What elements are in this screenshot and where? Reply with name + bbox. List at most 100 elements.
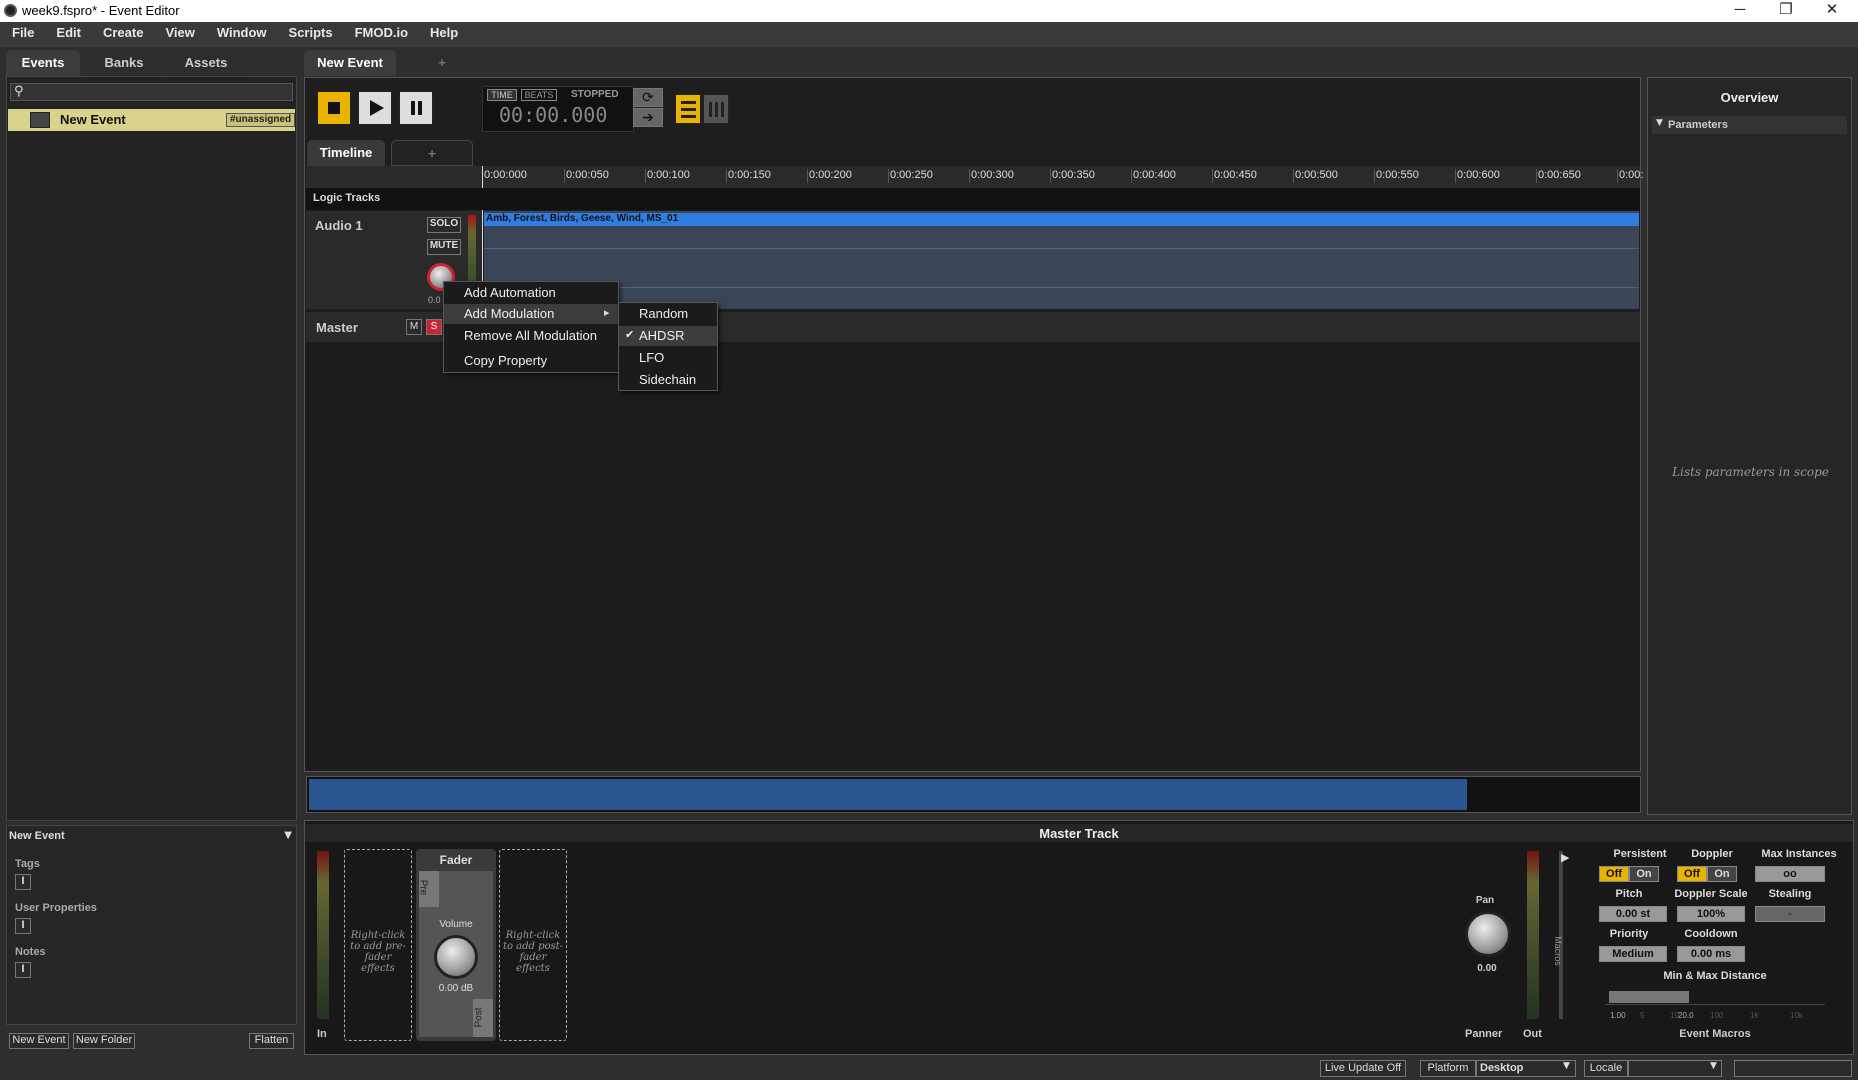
locale-dropdown[interactable] <box>1628 1060 1722 1077</box>
new-event-button[interactable]: New Event <box>9 1033 69 1049</box>
restore-button[interactable]: ❐ <box>1763 0 1809 22</box>
add-parameter-tab-button[interactable]: + <box>391 140 473 166</box>
tab-banks[interactable]: Banks <box>86 50 162 76</box>
add-user-property-icon[interactable]: I <box>15 918 31 934</box>
macros-label: Macros <box>1552 936 1563 966</box>
copy-property-item[interactable]: Copy Property <box>444 351 618 371</box>
pause-icon <box>411 101 415 115</box>
priority-label: Priority <box>1609 928 1649 940</box>
menu-create[interactable]: Create <box>91 22 153 40</box>
event-macros-label: Event Macros <box>1679 1028 1751 1040</box>
flatten-button[interactable]: Flatten <box>249 1033 294 1049</box>
loop-icon[interactable]: ⟳ <box>633 88 663 107</box>
min-max-distance-label: Min & Max Distance <box>1663 970 1767 982</box>
live-update-button[interactable]: Live Update Off <box>1320 1060 1406 1077</box>
stealing-label: Stealing <box>1768 888 1812 900</box>
fader-title: Fader <box>439 853 473 867</box>
menu-fmodio[interactable]: FMOD.io <box>343 22 418 40</box>
post-fader-slot[interactable]: Right-click to add post-fader effects <box>499 849 567 1041</box>
add-automation-item[interactable]: Add Automation <box>444 283 618 303</box>
audio-clip[interactable]: Amb, Forest, Birds, Geese, Wind, MS_01 <box>484 213 1639 226</box>
add-tag-icon[interactable]: I <box>15 874 31 890</box>
pan-knob[interactable] <box>1465 911 1511 957</box>
menu-edit[interactable]: Edit <box>44 22 91 40</box>
pause-button[interactable] <box>399 91 433 125</box>
macros-divider <box>1559 851 1563 1019</box>
max-instances-field[interactable]: oo <box>1755 866 1825 882</box>
time-mode-button[interactable]: TIME <box>487 89 517 101</box>
pre-fader-slot[interactable]: Right-click to add pre-fader effects <box>344 849 412 1041</box>
master-mute-button[interactable]: M <box>406 319 422 335</box>
browser-tabs: Events Banks Assets <box>6 50 296 78</box>
beats-mode-button[interactable]: BEATS <box>521 89 557 101</box>
cooldown-field[interactable]: 0.00 ms <box>1677 946 1745 962</box>
parameters-section[interactable]: ▼ Parameters <box>1652 116 1847 134</box>
pan-value: 0.00 <box>1477 963 1497 974</box>
pan-label: Pan <box>1475 895 1495 906</box>
menu-file[interactable]: File <box>0 22 44 40</box>
menu-help[interactable]: Help <box>418 22 468 40</box>
post-fader-hint: Right-click to add post-fader effects <box>502 930 564 974</box>
deck-title: Master Track <box>1039 826 1119 841</box>
tab-events[interactable]: Events <box>6 50 80 76</box>
stealing-dropdown[interactable]: - <box>1755 906 1825 922</box>
menu-scripts[interactable]: Scripts <box>277 22 343 40</box>
doppler-scale-field[interactable]: 100% <box>1677 906 1745 922</box>
persistent-off-button[interactable]: Off <box>1599 866 1629 882</box>
follow-icon[interactable]: ➔ <box>633 108 663 127</box>
event-browser: ⚲ New Event #unassigned <box>6 76 297 821</box>
priority-field[interactable]: Medium <box>1599 946 1667 962</box>
random-item[interactable]: Random <box>619 304 717 324</box>
menu-view[interactable]: View <box>153 22 204 40</box>
doppler-on-button[interactable]: On <box>1707 866 1737 882</box>
doppler-off-button[interactable]: Off <box>1677 866 1707 882</box>
mute-button[interactable]: MUTE <box>427 239 461 255</box>
context-menu: Add Automation Add Modulation ▸ Remove A… <box>443 281 619 373</box>
post-label: Post <box>473 1007 485 1028</box>
window-title: week9.fspro* - Event Editor <box>22 3 180 18</box>
menu-window[interactable]: Window <box>205 22 277 40</box>
modulation-submenu: Random AHDSR ✔ LFO Sidechain <box>618 302 718 391</box>
input-meter <box>317 851 329 1019</box>
ruler-label: 0:00:250 <box>890 169 933 181</box>
tab-new-event[interactable]: New Event <box>304 50 396 76</box>
ruler-label: 0:00:500 <box>1295 169 1338 181</box>
timeline-scrollbar[interactable] <box>306 776 1641 813</box>
overview-panel: Overview ▼ Parameters Lists parameters i… <box>1647 77 1852 815</box>
add-note-icon[interactable]: I <box>15 962 31 978</box>
collapse-icon[interactable]: ▼ <box>284 830 292 841</box>
lfo-item[interactable]: LFO <box>619 348 717 368</box>
empty-tracks-area <box>306 342 1640 770</box>
close-button[interactable]: ✕ <box>1809 0 1855 22</box>
platform-dropdown[interactable]: Desktop <box>1476 1060 1576 1077</box>
logic-tracks-strip: Logic Tracks <box>306 188 1640 210</box>
add-modulation-item[interactable]: Add Modulation <box>444 304 618 324</box>
persistent-on-button[interactable]: On <box>1629 866 1659 882</box>
scroll-thumb[interactable] <box>309 779 1467 810</box>
solo-button[interactable]: SOLO <box>427 217 461 233</box>
add-editor-tab-button[interactable]: + <box>402 50 482 76</box>
tab-assets[interactable]: Assets <box>168 50 244 76</box>
stop-button[interactable] <box>317 91 351 125</box>
tracks-view-icon[interactable] <box>675 94 701 124</box>
pitch-label: Pitch <box>1615 888 1643 900</box>
locale-chevron-down-icon: ▼ <box>1710 1061 1717 1071</box>
distance-slider[interactable] <box>1605 989 1825 1005</box>
macros-expand-icon[interactable]: ▶ <box>1561 851 1569 864</box>
remove-all-modulation-item[interactable]: Remove All Modulation <box>444 326 618 346</box>
search-input[interactable]: ⚲ <box>10 83 293 101</box>
new-folder-button[interactable]: New Folder <box>73 1033 135 1049</box>
notes-label: Notes <box>15 946 46 958</box>
sidechain-item[interactable]: Sidechain <box>619 370 717 390</box>
pre-fader-hint: Right-click to add pre-fader effects <box>350 930 406 974</box>
master-solo-button[interactable]: S <box>426 319 442 335</box>
pitch-field[interactable]: 0.00 st <box>1599 906 1667 922</box>
deck-view-icon[interactable] <box>703 94 729 124</box>
bank-badge[interactable]: #unassigned <box>226 113 296 127</box>
title-bar: week9.fspro* - Event Editor ─ ❐ ✕ <box>0 0 1858 22</box>
play-button[interactable] <box>358 91 392 125</box>
master-volume-knob[interactable] <box>434 935 478 979</box>
tab-timeline[interactable]: Timeline <box>307 140 385 166</box>
minimize-button[interactable]: ─ <box>1717 0 1763 22</box>
event-row-new-event[interactable]: New Event #unassigned <box>8 109 296 131</box>
